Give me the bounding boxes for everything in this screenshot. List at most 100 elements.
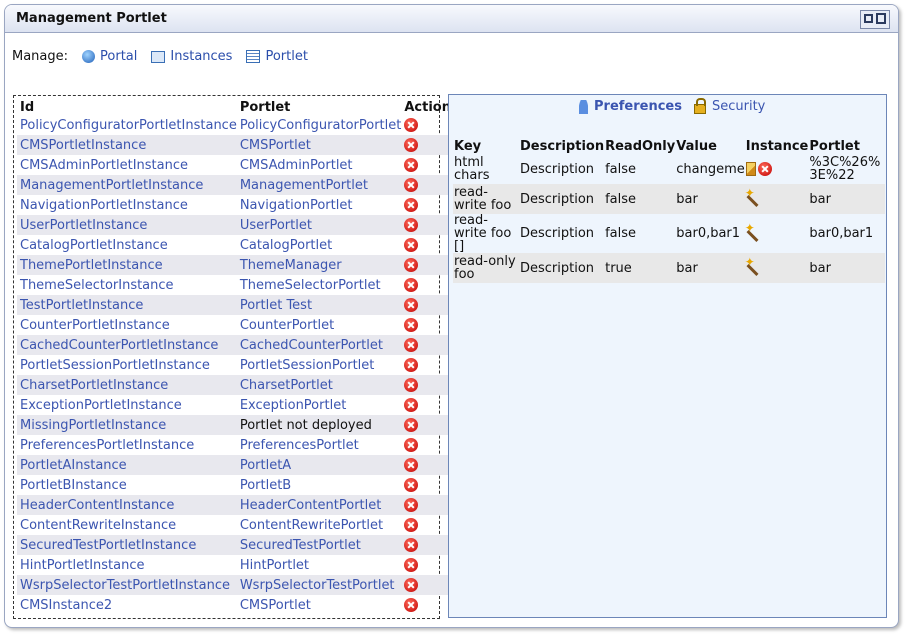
minimize-icon[interactable] [864,14,873,23]
instance-id-link[interactable]: CMSAdminPortletInstance [17,155,237,175]
delete-icon[interactable] [404,598,419,612]
instance-portlet-link[interactable]: PortletA [236,455,402,475]
instance-id-link[interactable]: TestPortletInstance [17,295,237,315]
instance-portlet-link[interactable]: ManagementPortlet [236,175,402,195]
wand-icon[interactable] [745,222,762,241]
delete-icon[interactable] [404,138,419,152]
pref-instance-actions [745,154,809,184]
delete-icon[interactable] [404,278,419,292]
instance-id-link[interactable]: CMSPortletInstance [17,135,237,155]
delete-icon[interactable] [404,418,419,432]
instance-portlet-link[interactable]: CMSPortlet [236,135,402,155]
delete-icon[interactable] [404,218,419,232]
instance-action-cell [401,135,451,155]
instance-portlet-link[interactable]: CMSPortlet [237,595,402,615]
pref-key: read-write foo [] [454,213,512,254]
instance-id-link[interactable]: HintPortletInstance [17,555,237,575]
manage-portal-link[interactable]: Portal [82,49,137,64]
instance-id-link[interactable]: MissingPortletInstance [17,415,237,435]
instance-portlet-link[interactable]: ContentRewritePortlet [237,515,402,535]
instance-portlet-link[interactable]: NavigationPortlet [237,195,402,215]
delete-icon[interactable] [404,258,419,272]
pref-key: read-write foo [453,184,519,214]
instance-portlet-link[interactable]: CounterPortlet [237,315,402,335]
wand-icon[interactable] [745,187,762,206]
instance-portlet-link[interactable]: ThemeSelectorPortlet [237,275,402,295]
instance-portlet-link[interactable]: CatalogPortlet [237,235,402,255]
delete-icon[interactable] [404,318,419,332]
wand-icon[interactable] [745,256,762,275]
instance-id-link[interactable]: ContentRewriteInstance [17,515,237,535]
delete-icon[interactable] [404,498,419,512]
instance-id-link[interactable]: WsrpSelectorTestPortletInstance [17,575,237,595]
instance-portlet-link[interactable]: PortletB [237,475,402,495]
instance-id-link[interactable]: CMSInstance2 [17,595,237,615]
instance-id-link[interactable]: HeaderContentInstance [17,495,237,515]
instance-id-link[interactable]: CharsetPortletInstance [17,375,237,395]
instance-id-link[interactable]: CounterPortletInstance [17,315,237,335]
instance-id-link[interactable]: ThemeSelectorInstance [17,275,237,295]
instance-id-link[interactable]: PolicyConfiguratorPortletInstance [17,115,237,135]
edit-icon[interactable] [745,162,756,176]
person-icon [579,99,588,114]
delete-icon[interactable] [404,458,419,472]
window-controls[interactable] [860,10,890,29]
manage-portlet-link[interactable]: Portlet [246,49,308,64]
instance-id-link[interactable]: CachedCounterPortletInstance [17,335,237,355]
table-row: PortletSessionPortletInstance PortletSess… [17,355,451,375]
instance-portlet-link[interactable]: CharsetPortlet [236,375,402,395]
instance-portlet-link[interactable]: CMSAdminPortlet [237,155,402,175]
delete-icon[interactable] [404,198,419,212]
delete-icon[interactable] [404,378,419,392]
instance-portlet-link[interactable]: ThemeManager [236,255,402,275]
delete-icon[interactable] [404,238,419,252]
instance-action-cell [401,275,451,295]
instance-id-link[interactable]: UserPortletInstance [17,215,237,235]
delete-icon[interactable] [404,178,419,192]
instance-portlet-link[interactable]: PolicyConfiguratorPortlet [237,115,402,135]
instance-portlet-link[interactable]: ExceptionPortlet [237,395,402,415]
maximize-icon[interactable] [876,13,886,24]
delete-icon[interactable] [404,338,419,352]
instance-id-link[interactable]: PortletBInstance [17,475,237,495]
tab-preferences[interactable]: Preferences [579,99,682,114]
instance-portlet-link[interactable]: Portlet Test [236,295,402,315]
instance-id-link[interactable]: PortletSessionPortletInstance [17,355,237,375]
delete-icon[interactable] [404,398,419,412]
delete-icon[interactable] [404,478,419,492]
delete-icon[interactable] [404,158,419,172]
tab-security[interactable]: Security [693,97,765,114]
delete-icon[interactable] [404,518,419,532]
instance-id-link[interactable]: CatalogPortletInstance [17,235,237,255]
instance-portlet-link[interactable]: UserPortlet [236,215,402,235]
table-row: ContentRewriteInstance ContentRewritePort… [17,515,451,535]
instance-id-link[interactable]: PreferencesPortletInstance [17,435,237,455]
table-row: PortletBInstance PortletB [17,475,451,495]
manage-instances-link[interactable]: Instances [151,49,232,64]
instance-portlet-link[interactable]: HeaderContentPortlet [236,495,402,515]
instance-portlet-link[interactable]: CachedCounterPortlet [236,335,402,355]
instance-portlet-link[interactable]: HintPortlet [237,555,402,575]
instance-id-link[interactable]: NavigationPortletInstance [17,195,237,215]
delete-icon[interactable] [404,298,419,312]
instance-portlet-link[interactable]: WsrpSelectorTestPortlet [236,575,402,595]
instance-portlet-link[interactable]: PreferencesPortlet [237,435,402,455]
delete-icon[interactable] [404,438,419,452]
instance-id-link[interactable]: PortletAInstance [17,455,237,475]
delete-icon[interactable] [404,578,419,592]
pref-description: Description [519,184,605,214]
instance-id-link[interactable]: ThemePortletInstance [17,255,237,275]
instance-portlet-link[interactable]: PortletSessionPortlet [237,355,402,375]
instance-id-link[interactable]: ExceptionPortletInstance [17,395,237,415]
delete-icon[interactable] [404,558,419,572]
delete-icon[interactable] [404,118,419,132]
table-row: CMSPortletInstance CMSPortlet [17,135,451,155]
instance-id-link[interactable]: SecuredTestPortletInstance [17,535,237,555]
instance-portlet-link[interactable]: SecuredTestPortlet [236,535,402,555]
delete-icon[interactable] [404,538,419,552]
instance-id-link[interactable]: ManagementPortletInstance [17,175,237,195]
instance-action-cell [401,255,451,275]
delete-icon[interactable] [757,162,772,176]
delete-icon[interactable] [404,358,419,372]
instance-action-cell [401,415,451,435]
